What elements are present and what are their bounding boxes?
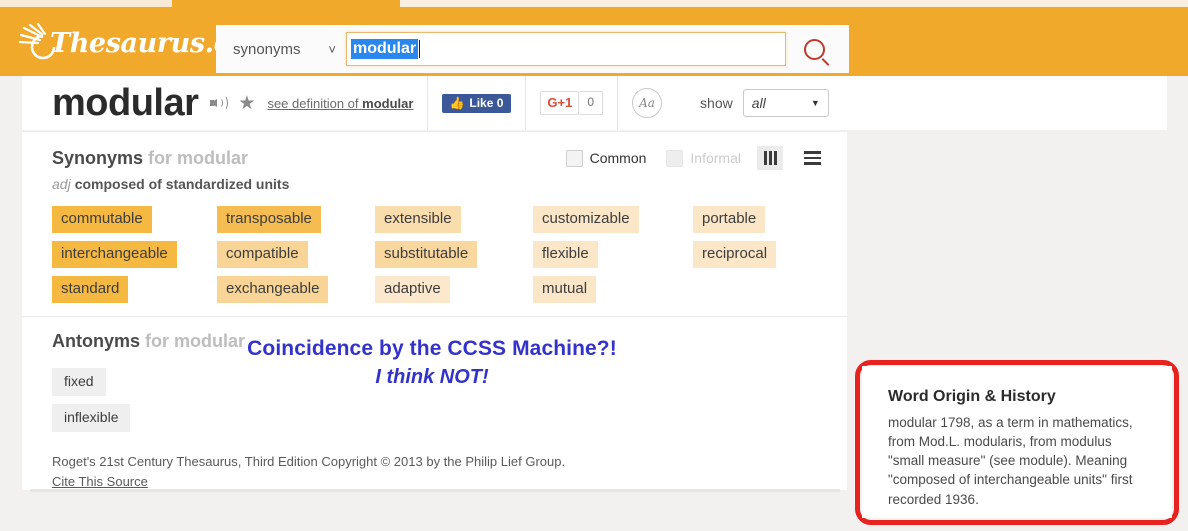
gplus-label: G+1: [540, 91, 580, 115]
speaker-icon[interactable]: [210, 95, 229, 111]
synonym-tag[interactable]: commutable: [52, 206, 152, 233]
synonyms-title-suffix: for modular: [148, 147, 249, 168]
synonym-tag-columns: commutable interchangeable standard transpo…: [22, 192, 847, 303]
browser-tab-strip: [0, 0, 1188, 8]
sense-definition: composed of standardized units: [74, 176, 290, 192]
synonym-column: commutable interchangeable standard: [52, 206, 217, 303]
text-cursor: [419, 40, 421, 58]
synonym-tag[interactable]: standard: [52, 276, 129, 303]
antonym-tag-list: fixed inflexible: [22, 352, 847, 432]
antonyms-title-main: Antonyms: [52, 331, 141, 351]
search-input[interactable]: modular: [346, 32, 786, 66]
chevron-down-icon: ˅: [328, 41, 336, 57]
search-submit-button[interactable]: [786, 25, 842, 73]
synonym-tag[interactable]: mutual: [533, 276, 597, 303]
search-type-dropdown[interactable]: synonyms ˅: [216, 41, 346, 58]
checkbox-box: [666, 149, 684, 167]
informal-filter-label: Informal: [690, 150, 741, 166]
synonym-column: portable reciprocal: [693, 206, 777, 303]
antonym-tag[interactable]: fixed: [52, 368, 106, 396]
divider: [427, 76, 429, 130]
informal-filter-checkbox: Informal: [666, 149, 741, 167]
synonym-tag[interactable]: interchangeable: [52, 241, 177, 268]
see-definition-word: modular: [362, 95, 414, 111]
checkbox-box: [565, 149, 583, 167]
browser-tab-inactive-right[interactable]: [400, 0, 1188, 7]
search-type-label: synonyms: [233, 40, 301, 58]
gplus-count: 0: [579, 91, 604, 115]
word-origin-title: Word Origin & History: [888, 388, 1056, 405]
synonym-tag[interactable]: exchangeable: [217, 276, 329, 303]
synonym-tag[interactable]: transposable: [217, 206, 321, 233]
word-header-tools: ★ see definition of modular 👍 Like 0 G+1…: [210, 76, 829, 130]
see-definition-prefix: see definition of: [267, 95, 363, 111]
facebook-like-button[interactable]: 👍 Like 0: [442, 93, 512, 113]
synonym-tag[interactable]: customizable: [533, 206, 639, 233]
synonyms-title: Synonyms for modular: [52, 148, 248, 169]
word-origin-body: modular 1798, as a term in mathematics, …: [888, 415, 1133, 507]
search-input-value: modular: [351, 39, 419, 59]
synonym-tag[interactable]: adaptive: [375, 276, 450, 303]
synonym-tag[interactable]: reciprocal: [693, 241, 777, 268]
browser-tab-inactive-left[interactable]: [0, 0, 172, 7]
antonyms-header: Antonyms for modular: [22, 317, 847, 352]
show-filter-value: all: [751, 95, 766, 111]
facebook-like-label: Like 0: [469, 95, 504, 110]
divider: [617, 76, 619, 130]
search-bar: synonyms ˅ modular: [216, 25, 849, 73]
caret-down-icon: ▼: [810, 98, 820, 108]
site-masthead: Thesaurus.com synonyms ˅ modular: [0, 8, 1188, 76]
sun-rays-icon: [18, 22, 62, 64]
synonyms-title-main: Synonyms: [52, 147, 144, 168]
see-definition-link[interactable]: see definition of modular: [267, 96, 413, 111]
synonym-column: customizable flexible mutual: [533, 206, 693, 303]
synonyms-header: Synonyms for modular Common Informal: [22, 132, 847, 170]
synonym-column: transposable compatible exchangeable: [217, 206, 375, 303]
search-icon: [803, 38, 825, 60]
columns-view-icon[interactable]: [757, 146, 783, 170]
font-size-icon[interactable]: Aa: [632, 88, 663, 118]
word-origin-panel: Word Origin & History modular 1798, as a…: [862, 366, 1172, 518]
synonym-tag[interactable]: extensible: [375, 206, 461, 233]
credit-text: Roget's 21st Century Thesaurus, Third Ed…: [52, 453, 566, 469]
synonym-tag[interactable]: flexible: [533, 241, 598, 268]
google-plus-button[interactable]: G+1 0: [540, 91, 604, 115]
list-view-icon[interactable]: [799, 146, 825, 170]
synonyms-filters: Common Informal: [546, 146, 825, 170]
common-filter-checkbox[interactable]: Common: [565, 149, 647, 167]
star-icon[interactable]: ★: [238, 94, 255, 113]
thumbs-up-icon: 👍: [449, 95, 465, 110]
antonyms-card: Antonyms for modular fixed inflexible Rog…: [22, 317, 847, 490]
part-of-speech-line: adj composed of standardized units: [22, 170, 847, 192]
synonym-tag[interactable]: portable: [693, 206, 766, 233]
show-filter-label: show: [700, 95, 733, 111]
antonyms-title: Antonyms for modular: [52, 331, 245, 352]
font-size-label: Aa: [639, 96, 655, 110]
synonym-tag[interactable]: substitutable: [375, 241, 478, 268]
page-title: modular: [52, 82, 199, 124]
divider: [525, 76, 527, 130]
show-filter-select[interactable]: all ▼: [742, 89, 829, 117]
word-header-band: modular ★ see definition of modular 👍 Li…: [22, 76, 1167, 130]
synonym-column: extensible substitutable adaptive: [375, 206, 533, 303]
card-shadow: [30, 489, 840, 493]
synonyms-card: Synonyms for modular Common Informal adj…: [22, 131, 847, 317]
common-filter-label: Common: [589, 150, 647, 166]
synonym-tag[interactable]: compatible: [217, 241, 308, 268]
source-credit: Roget's 21st Century Thesaurus, Third Ed…: [22, 432, 847, 492]
antonyms-title-suffix: for modular: [145, 331, 246, 351]
antonym-tag[interactable]: inflexible: [52, 403, 131, 432]
part-of-speech: adj: [52, 176, 71, 192]
